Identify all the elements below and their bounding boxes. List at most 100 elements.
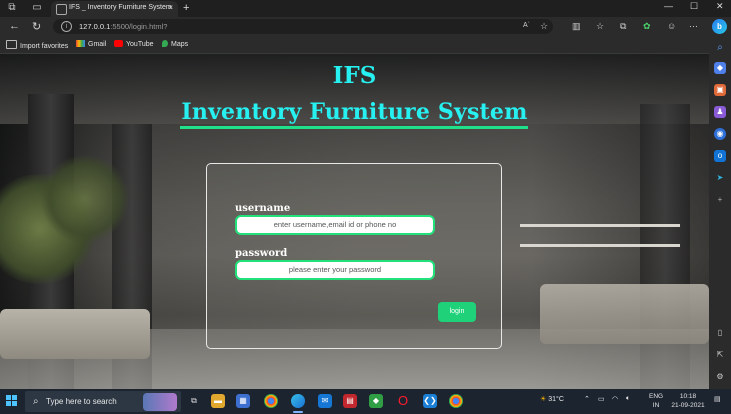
background-plant xyxy=(40,154,130,244)
volume-icon[interactable]: 🔈︎ xyxy=(626,395,630,403)
windows-taskbar: ⌕ Type here to search ⧉ ▬ ▦ ✉ ▤ ◆ O ❮❯ ☀… xyxy=(0,389,731,414)
games-icon[interactable]: ♟ xyxy=(714,106,726,118)
taskbar-clock[interactable]: 10:18 21-09-2021 xyxy=(668,392,708,410)
microsoft-365-icon[interactable]: ◉ xyxy=(714,128,726,140)
collections-icon[interactable]: ⧉ xyxy=(620,21,626,32)
add-sidebar-icon[interactable]: + xyxy=(714,194,726,206)
language-code: ENG xyxy=(649,393,664,400)
maps-icon xyxy=(162,40,168,47)
clock-date: 21-09-2021 xyxy=(671,402,705,409)
git-icon[interactable]: ◆ xyxy=(369,394,383,408)
url-field[interactable]: i 127.0.0.1:5500/login.html? Aʾ ☆ xyxy=(53,19,553,34)
login-card: username enter username,email id or phon… xyxy=(206,163,502,349)
password-label: password xyxy=(235,248,288,259)
youtube-icon xyxy=(114,40,123,47)
login-button[interactable]: login xyxy=(438,302,476,322)
winrar-icon[interactable]: ▤ xyxy=(343,394,357,408)
shopping-tag-icon[interactable]: ◆ xyxy=(714,62,726,74)
address-bar-row: ← ↻ i 127.0.0.1:5500/login.html? Aʾ ☆ ▥ … xyxy=(0,17,731,37)
maximize-icon[interactable]: ☐ xyxy=(690,1,698,12)
notifications-icon[interactable]: ▤ xyxy=(714,395,721,403)
gmail-icon xyxy=(76,40,85,47)
extension-icon[interactable]: ✿ xyxy=(643,21,651,32)
vscode-icon[interactable]: ❮❯ xyxy=(423,394,437,408)
back-arrow-icon[interactable]: ← xyxy=(9,20,20,32)
taskbar-search-box[interactable]: ⌕ Type here to search xyxy=(25,391,181,412)
password-input[interactable]: please enter your password xyxy=(235,260,435,280)
clock-time: 10:18 xyxy=(679,393,697,400)
edge-icon[interactable] xyxy=(291,394,305,408)
bookmark-label: YouTube xyxy=(126,41,154,48)
opera-icon[interactable]: O xyxy=(396,394,410,408)
refresh-icon[interactable]: ↻ xyxy=(32,20,41,33)
bookmark-gmail[interactable]: Gmail xyxy=(76,40,106,48)
open-external-icon[interactable]: ⇱ xyxy=(714,349,726,361)
weather-sun-icon: ☀ xyxy=(540,396,547,403)
system-name-heading: Inventory Furniture System xyxy=(181,99,528,125)
url-text: 127.0.0.1:5500/login.html? xyxy=(79,22,167,31)
file-explorer-icon[interactable]: ▬ xyxy=(211,394,225,408)
url-host: 127.0.0.1 xyxy=(79,22,111,31)
region-code: IN xyxy=(652,402,660,409)
bookmark-import-favorites[interactable]: Import favorites xyxy=(6,40,68,50)
sidebar-layout-icon[interactable]: ▯ xyxy=(714,327,726,339)
background-shelf xyxy=(520,224,680,227)
tab-title: IFS _ Inventory Furniture System xyxy=(69,4,172,11)
bookmark-label: Gmail xyxy=(88,41,107,48)
settings-gear-icon[interactable]: ⚙ xyxy=(714,371,726,383)
send-icon[interactable]: ➤ xyxy=(714,172,726,184)
network-icon[interactable]: ◠ xyxy=(612,395,618,403)
logo-title: IFS xyxy=(332,62,377,89)
profile-icon[interactable]: ☺ xyxy=(667,21,676,31)
background-sofa xyxy=(540,284,709,344)
language-indicator[interactable]: ENG IN xyxy=(649,392,663,410)
username-input[interactable]: enter username,email id or phone no xyxy=(235,215,435,235)
store-icon[interactable]: ▦ xyxy=(236,394,250,408)
split-screen-icon[interactable]: ▥ xyxy=(572,21,581,32)
outlook-icon[interactable]: o xyxy=(714,150,726,162)
heading-underline xyxy=(180,126,528,129)
favorite-star-icon[interactable]: ☆ xyxy=(540,21,548,32)
battery-icon[interactable]: ▭ xyxy=(598,395,605,403)
weather-widget[interactable]: ☀ 31°C xyxy=(540,395,564,403)
login-page: IFS Inventory Furniture System username … xyxy=(0,54,709,389)
bookmark-youtube[interactable]: YouTube xyxy=(114,40,154,48)
task-view-icon[interactable]: ⧉ xyxy=(187,394,201,408)
bookmark-maps[interactable]: Maps xyxy=(162,40,188,48)
workspaces-icon[interactable]: ⧉ xyxy=(6,2,18,14)
site-info-icon[interactable]: i xyxy=(61,21,72,32)
tray-overflow-icon[interactable]: ⌃ xyxy=(584,395,590,403)
bookmark-label: Import favorites xyxy=(20,43,69,50)
tab-actions-icon[interactable]: ▭ xyxy=(31,2,43,14)
chrome-profile-icon[interactable] xyxy=(449,394,463,408)
mail-icon[interactable]: ✉ xyxy=(318,394,332,408)
read-aloud-icon[interactable]: Aʾ xyxy=(523,22,530,29)
search-icon[interactable]: ⌕ xyxy=(714,42,726,54)
chrome-icon[interactable] xyxy=(264,394,278,408)
url-path: :5500/login.html? xyxy=(110,22,168,31)
favorites-icon[interactable]: ☆ xyxy=(596,21,604,32)
background-sofa xyxy=(0,309,150,359)
minimize-icon[interactable]: — xyxy=(664,1,673,11)
active-app-indicator xyxy=(293,411,303,413)
windows-start-icon[interactable] xyxy=(6,395,18,407)
tab-close-icon[interactable]: × xyxy=(168,3,173,12)
bookmark-label: Maps xyxy=(171,41,189,48)
window-close-icon[interactable]: ✕ xyxy=(716,1,724,12)
background-shelf xyxy=(520,244,680,247)
title-bar: ⧉ ▭ IFS _ Inventory Furniture System × +… xyxy=(0,0,731,17)
weather-temp: 31°C xyxy=(548,396,564,403)
browser-window: ⧉ ▭ IFS _ Inventory Furniture System × +… xyxy=(0,0,731,414)
bing-copilot-icon[interactable]: b xyxy=(712,19,727,34)
more-options-icon[interactable]: ⋯ xyxy=(689,21,698,32)
import-icon xyxy=(6,40,17,49)
tools-icon[interactable]: ▣ xyxy=(714,84,726,96)
bookmarks-bar: Import favorites Gmail YouTube Maps xyxy=(0,37,731,54)
taskbar-search-placeholder: Type here to search xyxy=(46,397,117,406)
page-favicon-icon xyxy=(56,4,67,15)
edge-sidebar: ⌕ ◆ ▣ ♟ ◉ o ➤ + ▯ ⇱ ⚙ xyxy=(709,37,731,389)
username-label: username xyxy=(235,203,291,214)
tab-active[interactable]: IFS _ Inventory Furniture System × xyxy=(51,1,178,17)
search-highlight-image xyxy=(143,393,177,411)
new-tab-button[interactable]: + xyxy=(183,2,189,14)
